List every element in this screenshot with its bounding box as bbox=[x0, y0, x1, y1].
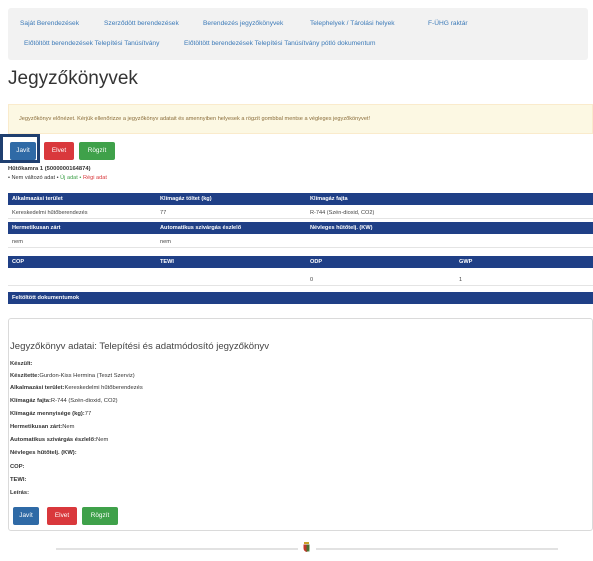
footer-divider-left bbox=[56, 548, 298, 550]
table-row: 0 1 bbox=[8, 274, 593, 286]
column-header: TEWI bbox=[160, 259, 174, 265]
record-field: Alkalmazási terület:Kereskedelmi hűtőber… bbox=[10, 385, 143, 391]
table-header-row: Alkalmazási terület Klímagáz töltet (kg)… bbox=[8, 193, 593, 205]
table-cell: R-744 (Szén-dioxid, CO2) bbox=[310, 210, 375, 216]
footer-divider-right bbox=[316, 548, 558, 550]
table-row: nem nem bbox=[8, 236, 593, 248]
column-header: Névleges hűtőtelj. (KW) bbox=[310, 225, 373, 231]
record-field: Készült: bbox=[10, 361, 33, 367]
documents-header: Feltöltött dokumentumok bbox=[8, 292, 593, 304]
documents-header-label: Feltöltött dokumentumok bbox=[12, 295, 80, 301]
table-cell: 1 bbox=[459, 277, 463, 283]
table-header-row: COP TEWI ODP GWP bbox=[8, 256, 593, 268]
record-field: Klímagáz mennyisége (kg):77 bbox=[10, 411, 92, 417]
table-header-row: Hermetikusan zárt Automatikus szivárgás … bbox=[8, 222, 593, 234]
nav-link-device-records[interactable]: Berendezés jegyzőkönyvek bbox=[203, 20, 283, 27]
record-field: TEWI: bbox=[10, 477, 27, 483]
page-title: Jegyzőkönyvek bbox=[8, 68, 138, 89]
record-field: Klímagáz fajta:R-744 (Szén-dioxid, CO2) bbox=[10, 398, 118, 404]
legend-separator: • bbox=[79, 175, 82, 181]
table-cell: 77 bbox=[160, 210, 167, 216]
legend-new: Új adat bbox=[60, 175, 78, 181]
device-name: Hűtőkamra 1 (5000000164874) bbox=[8, 166, 91, 172]
edit-button-bottom[interactable]: Javít bbox=[13, 507, 39, 525]
record-title: Jegyzőkönyv adatai: Telepítési és adatmó… bbox=[10, 341, 270, 352]
record-field: COP: bbox=[10, 464, 25, 470]
save-button[interactable]: Rögzít bbox=[79, 142, 115, 160]
nav-link-contracted-devices[interactable]: Szerződött berendezések bbox=[104, 20, 179, 27]
nav-link-precharged-replacement-doc[interactable]: Előtöltött berendezések Telepítési Tanús… bbox=[184, 40, 375, 47]
column-header: Klímagáz töltet (kg) bbox=[160, 196, 212, 202]
legend-old: Régi adat bbox=[82, 175, 107, 181]
record-field: Automatikus szivárgás észlelő:Nem bbox=[10, 437, 109, 443]
coat-of-arms-icon bbox=[303, 542, 310, 552]
record-field: Névleges hűtőtelj. (KW): bbox=[10, 450, 77, 456]
nav-link-fuhg-warehouse[interactable]: F-ÜHG raktár bbox=[428, 20, 468, 27]
nav-link-precharged-certificate[interactable]: Előtöltött berendezések Telepítési Tanús… bbox=[24, 40, 159, 47]
table-cell: 0 bbox=[310, 277, 314, 283]
column-header: GWP bbox=[459, 259, 473, 265]
nav-link-own-devices[interactable]: Saját Berendezések bbox=[20, 20, 79, 27]
nav-link-sites[interactable]: Telephelyek / Tárolási helyek bbox=[310, 20, 395, 27]
table-row: Kereskedelmi hűtőberendezés 77 R-744 (Sz… bbox=[8, 207, 593, 219]
record-field: Készítette:Gurdon-Kiss Hermina (Teszt Sz… bbox=[10, 373, 135, 379]
table-cell: nem bbox=[12, 239, 23, 245]
data-legend: • Nem változó adat • Új adat • Régi adat bbox=[8, 175, 107, 181]
reject-button[interactable]: Elvet bbox=[44, 142, 74, 160]
top-navigation: Saját Berendezések Szerződött berendezés… bbox=[8, 8, 588, 60]
column-header: Alkalmazási terület bbox=[12, 196, 63, 202]
save-button-bottom[interactable]: Rögzít bbox=[82, 507, 118, 525]
table-cell: nem bbox=[160, 239, 171, 245]
column-header: COP bbox=[12, 259, 25, 265]
column-header: Hermetikusan zárt bbox=[12, 225, 61, 231]
reject-button-bottom[interactable]: Elvet bbox=[47, 507, 77, 525]
preview-alert: Jegyzőkönyv előnézet. Kérjük ellenőrizze… bbox=[8, 104, 593, 134]
edit-button[interactable]: Javít bbox=[10, 142, 36, 160]
table-cell: Kereskedelmi hűtőberendezés bbox=[12, 210, 88, 216]
record-field: Hermetikusan zárt:Nem bbox=[10, 424, 75, 430]
column-header: ODP bbox=[310, 259, 323, 265]
column-header: Klímagáz fajta bbox=[310, 196, 348, 202]
legend-unchanged: • Nem változó adat • bbox=[8, 175, 59, 181]
record-field: Leírás: bbox=[10, 490, 30, 496]
column-header: Automatikus szivárgás észlelő bbox=[160, 225, 242, 231]
